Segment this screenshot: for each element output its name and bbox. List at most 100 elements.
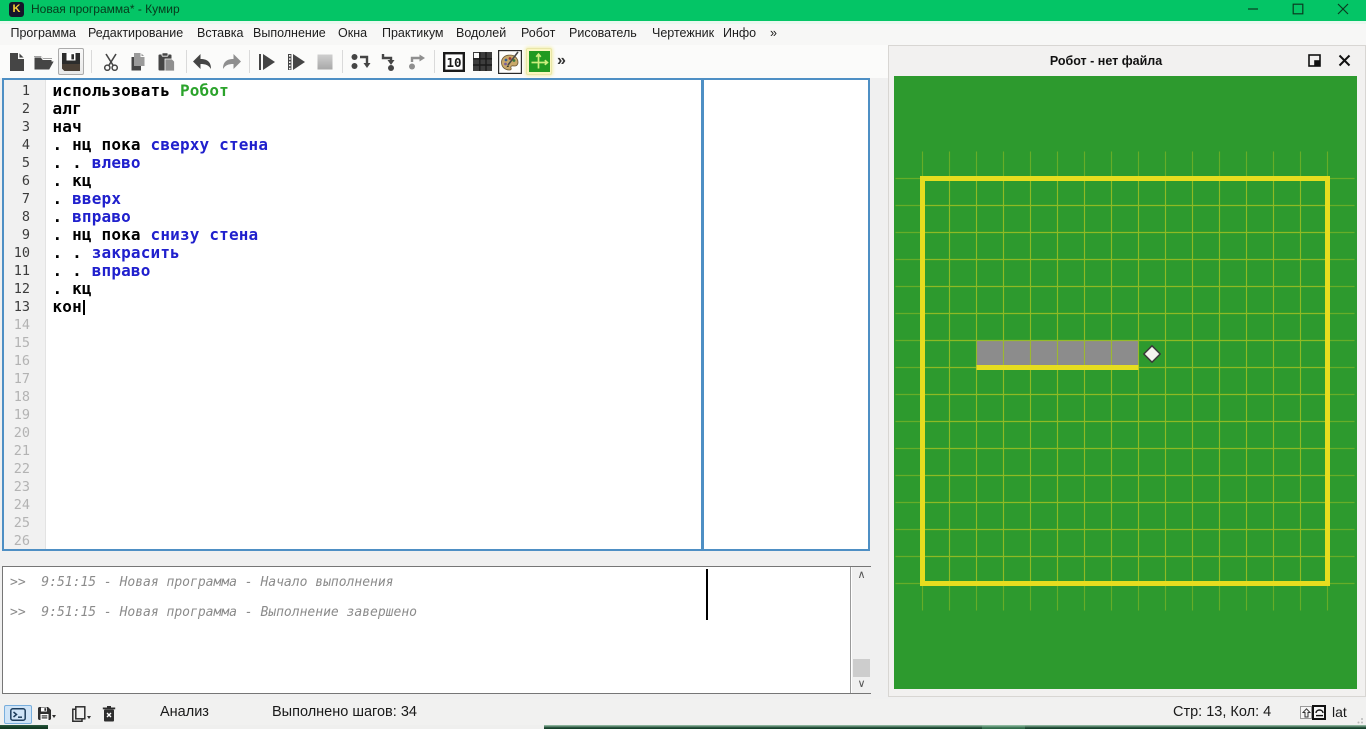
clear-console-button[interactable] — [102, 706, 116, 727]
ten-display-icon: 10 — [443, 51, 465, 73]
console-line-2: >> 9:51:15 - Новая программа - Выполнени… — [10, 605, 417, 621]
scroll-up-icon[interactable]: ∧ — [852, 567, 871, 584]
console-text-area: >> 9:51:15 - Новая программа - Начало вы… — [3, 567, 851, 693]
code-line-11: . . вправо — [53, 262, 151, 280]
undo-button[interactable] — [190, 48, 216, 75]
line-number: 2 — [22, 100, 30, 118]
copy-button[interactable] — [125, 48, 151, 75]
code-line-12: . кц — [53, 280, 92, 298]
grid-icon — [472, 51, 493, 72]
menu-item-1[interactable]: Программа — [11, 21, 77, 45]
robot-window: Робот - нет файла — [888, 45, 1366, 697]
io-console[interactable]: >> 9:51:15 - Новая программа - Начало вы… — [2, 566, 871, 694]
run-button[interactable] — [283, 48, 309, 75]
blind-run-button[interactable] — [254, 48, 280, 75]
toolbar-separator — [434, 50, 435, 73]
status-bar: Анализ Выполнено шагов: 34 Стр: 13, Кол:… — [0, 699, 1366, 726]
close-button[interactable] — [1320, 0, 1365, 17]
step-over-button[interactable] — [348, 48, 374, 75]
minimize-button[interactable] — [1230, 0, 1275, 17]
step-out-icon — [407, 52, 427, 72]
show-robot-field-button[interactable] — [526, 48, 552, 75]
run-steps-icon — [286, 52, 306, 72]
toggle-console-button[interactable] — [4, 705, 32, 724]
statusbar-bottom-edge — [48, 725, 544, 729]
save-console-button[interactable] — [37, 706, 57, 726]
menu-item-10[interactable]: Чертежник — [652, 21, 714, 45]
app-icon: K — [9, 2, 24, 17]
show-painter-button[interactable] — [497, 48, 523, 75]
menu-item-4[interactable]: Выполнение — [253, 21, 326, 45]
maximize-icon — [1292, 3, 1303, 14]
line-number: 14 — [14, 316, 30, 334]
more-tools-button[interactable]: » — [557, 48, 566, 74]
code-line-9: . нц пока снизу стена — [53, 226, 259, 244]
robot-close-button[interactable] — [1338, 54, 1352, 68]
field-grid-ticks — [896, 152, 1355, 611]
open-program-button[interactable] — [31, 48, 57, 75]
mode-label: Анализ — [160, 699, 209, 725]
paste-button[interactable] — [153, 48, 179, 75]
cut-button[interactable] — [98, 48, 124, 75]
terminal-icon — [10, 708, 26, 721]
menu-item-9[interactable]: Рисователь — [569, 21, 637, 45]
line-number: 1 — [22, 82, 30, 100]
new-program-button[interactable] — [4, 48, 30, 75]
robot-window-title: Робот - нет файла — [889, 46, 1323, 76]
menu-item-7[interactable]: Водолей — [456, 21, 506, 45]
menu-item-6[interactable]: Практикум — [382, 21, 444, 45]
robot-float-button[interactable] — [1308, 54, 1322, 68]
toolbar-separator — [186, 50, 187, 73]
console-scrollbar[interactable]: ∧ ∨ — [852, 567, 871, 693]
robot-field[interactable] — [894, 76, 1357, 689]
kumir-window: K Новая программа* - Кумир Программа Реда… — [0, 0, 1366, 729]
show-window-grid-button[interactable] — [469, 48, 495, 75]
line-number: 20 — [14, 424, 30, 442]
step-into-button[interactable] — [376, 48, 402, 75]
line-number: 25 — [14, 514, 30, 532]
shift-indicator — [1300, 706, 1312, 719]
code-line-7: . вверх — [53, 190, 122, 208]
code-editor[interactable]: 1234567891011121314151617181920212223242… — [2, 78, 870, 551]
scrollbar-thumb[interactable] — [853, 659, 870, 677]
line-number: 8 — [22, 208, 30, 226]
maximize-button[interactable] — [1275, 0, 1320, 17]
menu-item-12[interactable]: » — [770, 21, 777, 45]
line-number-gutter: 1234567891011121314151617181920212223242… — [4, 80, 46, 549]
copy-small-icon — [71, 706, 92, 722]
menu-item-5[interactable]: Окна — [338, 21, 367, 45]
line-number: 6 — [22, 172, 30, 190]
shift-arrow-icon — [1302, 708, 1311, 718]
menu-item-2[interactable]: Редактирование — [88, 21, 183, 45]
code-line-4: . нц пока сверху стена — [53, 136, 269, 154]
show-values-button[interactable]: 10 — [441, 48, 467, 75]
line-number: 11 — [14, 262, 30, 280]
run-to-end-icon — [257, 52, 277, 72]
code-line-3: нач — [53, 118, 82, 136]
stop-button[interactable] — [312, 48, 338, 75]
cursor-position-label: Стр: 13, Кол: 4 — [1173, 699, 1271, 725]
redo-button[interactable] — [218, 48, 244, 75]
save-small-icon — [37, 706, 57, 721]
paste-icon — [156, 52, 176, 72]
undo-arrow-icon — [192, 52, 214, 72]
step-out-button[interactable] — [404, 48, 430, 75]
robot-diamond[interactable] — [1144, 346, 1160, 362]
menu-item-3[interactable]: Вставка — [197, 21, 243, 45]
save-program-button[interactable] — [58, 48, 84, 75]
line-number: 22 — [14, 460, 30, 478]
menu-item-11[interactable]: Инфо — [723, 21, 756, 45]
menu-item-8[interactable]: Робот — [521, 21, 555, 45]
line-number: 10 — [14, 244, 30, 262]
window-title: Новая программа* - Кумир — [31, 2, 180, 17]
console-line-1: >> 9:51:15 - Новая программа - Начало вы… — [10, 575, 394, 591]
copy-console-button[interactable] — [71, 706, 92, 727]
step-into-icon — [379, 52, 399, 72]
copy-icon — [128, 52, 148, 72]
scroll-down-icon[interactable]: ∨ — [852, 676, 871, 693]
new-file-icon — [7, 52, 27, 72]
field-grid — [923, 179, 1328, 584]
robot-field-icon — [529, 51, 550, 72]
line-number: 26 — [14, 532, 30, 550]
caps-arch-icon — [1315, 708, 1324, 717]
